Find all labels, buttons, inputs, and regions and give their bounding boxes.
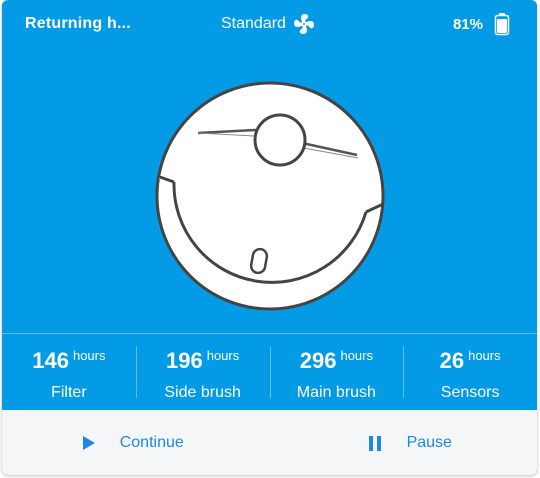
fan-speed-control[interactable]: Standard: [221, 12, 316, 36]
vacuum-card: Returning h... Standard 81% 146 hours Fi…: [2, 0, 537, 475]
stat-unit: hours: [206, 348, 240, 363]
pause-button[interactable]: Pause: [270, 410, 538, 475]
stat-filter: 146 hours Filter: [2, 334, 136, 410]
stat-label: Filter: [51, 384, 87, 401]
pause-label: Pause: [406, 433, 452, 451]
stat-value: 26: [439, 348, 465, 373]
fan-icon[interactable]: [292, 12, 316, 36]
stat-unit: hours: [72, 348, 106, 363]
stat-label: Side brush: [164, 384, 241, 401]
stat-main-brush: 296 hours Main brush: [269, 334, 404, 410]
stat-value: 296: [299, 348, 337, 373]
stat-label: Main brush: [296, 384, 376, 401]
fan-speed-label: Standard: [221, 15, 286, 32]
stat-value: 196: [166, 348, 203, 373]
battery-level: 81%: [452, 15, 483, 33]
status-text: Returning h...: [25, 15, 131, 32]
continue-button[interactable]: Continue: [2, 410, 270, 475]
stat-value: 146: [32, 348, 69, 373]
battery-status: 81%: [453, 12, 510, 36]
battery-icon: [494, 12, 510, 36]
consumables-stats: 146 hours Filter 196 hours Side brush 296 h…: [2, 334, 537, 410]
stat-unit: hours: [468, 348, 501, 363]
card-header: Returning h... Standard 81%: [2, 0, 537, 48]
continue-label: Continue: [119, 433, 184, 451]
pause-icon: [365, 433, 385, 453]
stat-sensors: 26 hours Sensors: [403, 334, 537, 410]
stat-side-brush: 196 hours Side brush: [135, 334, 270, 410]
stat-unit: hours: [340, 348, 373, 363]
robot-vacuum-image: [152, 78, 392, 318]
play-icon: [78, 433, 98, 453]
action-bar: Continue Pause: [2, 410, 537, 475]
stat-label: Sensors: [440, 384, 500, 401]
